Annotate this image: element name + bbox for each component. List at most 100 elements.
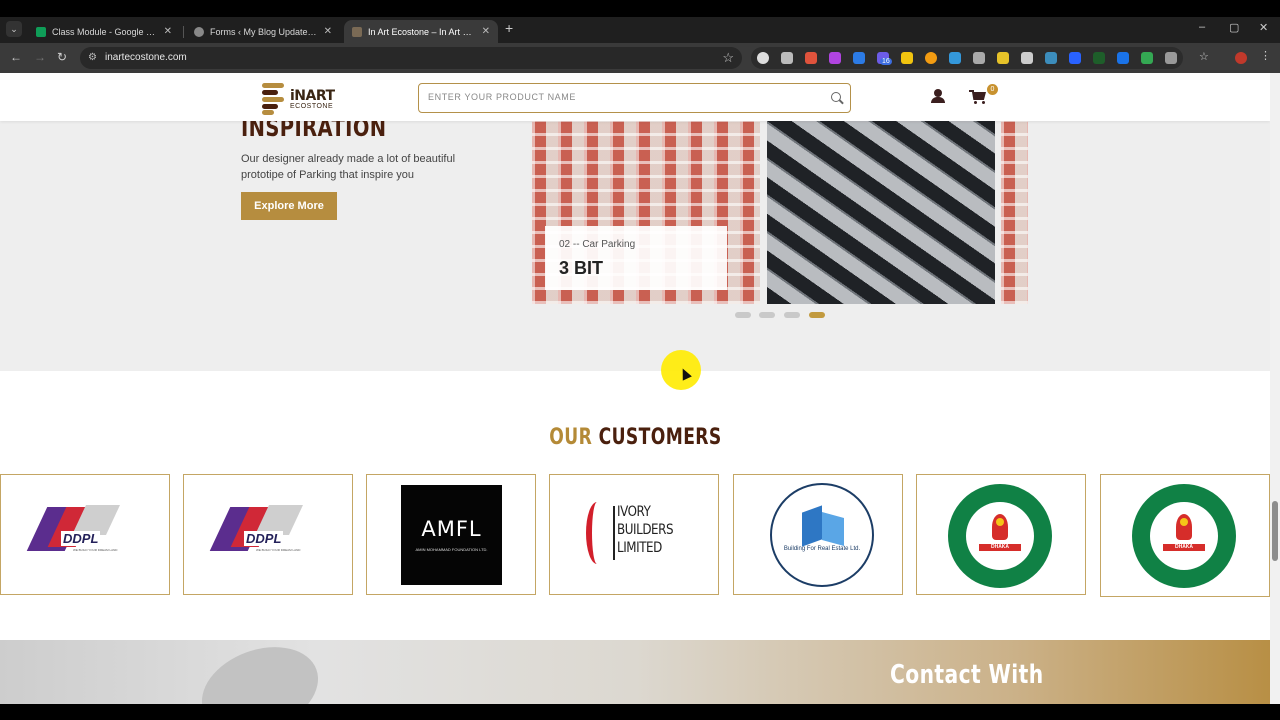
ddpl-logo: DDPL WE BUILD YOUR DREAM LAND xyxy=(26,505,125,555)
extension-icon[interactable] xyxy=(997,52,1009,64)
seal-city-name: DHAKA xyxy=(1163,544,1205,551)
logo-subtitle: ECOSTONE xyxy=(290,102,334,110)
extension-icon[interactable] xyxy=(949,52,961,64)
ddpl-tagline: WE BUILD YOUR DREAM LAND xyxy=(73,548,118,552)
building-for-logo: Building For Real Estate Ltd. xyxy=(770,483,874,587)
site-info-icon[interactable]: ⚙ xyxy=(88,52,97,63)
extension-icon[interactable] xyxy=(829,52,841,64)
ddpl-logo: DDPL WE BUILD YOUR DREAM LAND xyxy=(209,505,308,555)
carousel-dot-active[interactable] xyxy=(809,312,825,318)
carousel-dot[interactable] xyxy=(784,312,800,318)
search-icon[interactable] xyxy=(831,92,841,102)
forward-button[interactable]: → xyxy=(34,50,46,64)
wordpress-icon xyxy=(194,26,204,37)
extension-icon[interactable] xyxy=(1141,52,1153,64)
contact-title: Contact With xyxy=(890,660,1044,690)
building-for-name: Building For Real Estate Ltd. xyxy=(783,546,861,552)
back-button[interactable]: ← xyxy=(10,50,22,64)
amfl-name: AMFL xyxy=(421,517,482,541)
slide-caption-card: 02 -- Car Parking 3 BIT xyxy=(545,226,727,290)
customers-title: OUR CUSTOMERS xyxy=(0,425,1270,450)
ddpl-name: DDPL xyxy=(61,531,101,546)
carousel-dot[interactable] xyxy=(759,312,775,318)
extension-icon[interactable] xyxy=(1093,52,1105,64)
tab-search-button[interactable]: ⌄ xyxy=(6,21,22,37)
new-tab-button[interactable]: + xyxy=(505,20,513,36)
customer-card-dscc[interactable]: DHAKA xyxy=(916,474,1086,595)
seal-city-name: DHAKA xyxy=(979,544,1021,551)
contact-section: Contact With xyxy=(0,640,1270,704)
inspiration-section: INSPIRATION Our designer already made a … xyxy=(0,113,1270,371)
scrollbar-thumb[interactable] xyxy=(1272,501,1278,561)
extensions-puzzle-icon[interactable] xyxy=(1165,52,1177,64)
close-tab-icon[interactable]: ✕ xyxy=(482,26,490,37)
tab-in-art-ecostone[interactable]: In Art Ecostone – In Art Ecosto ✕ xyxy=(344,20,498,43)
reading-list-icon[interactable]: ☆ xyxy=(1199,50,1211,63)
amfl-tagline: AMIN MOHAMMAD FOUNDATION LTD. xyxy=(415,547,488,552)
maximize-button[interactable]: ▢ xyxy=(1229,21,1239,34)
ddpl-name: DDPL xyxy=(244,531,284,546)
browser-toolbar: ← → ↻ ⚙ inartecostone.com ☆ ☆ ⋮ xyxy=(0,43,1280,73)
screen-bottom-bar xyxy=(0,704,1280,720)
close-window-button[interactable]: ✕ xyxy=(1259,21,1268,34)
close-tab-icon[interactable]: ✕ xyxy=(164,26,172,37)
extension-icon[interactable] xyxy=(805,52,817,64)
tab-forms[interactable]: Forms ‹ My Blog Update 11 — ✕ xyxy=(186,20,340,43)
screen-top-bar xyxy=(0,0,1280,17)
logo-mark-icon xyxy=(262,83,284,115)
reload-button[interactable]: ↻ xyxy=(57,50,67,64)
extension-icon[interactable] xyxy=(1069,52,1081,64)
menu-kebab-icon[interactable]: ⋮ xyxy=(1260,49,1272,62)
product-search-input[interactable] xyxy=(428,92,808,102)
user-account-icon[interactable] xyxy=(931,89,945,103)
dhaka-city-corporation-seal: DHAKA xyxy=(948,484,1052,588)
cart-count-badge: 0 xyxy=(987,84,998,95)
logo-name: iNART xyxy=(290,87,335,104)
explore-more-button[interactable]: Explore More xyxy=(241,192,337,220)
slide-title: 3 BIT xyxy=(559,258,604,278)
tab-title: In Art Ecostone – In Art Ecosto xyxy=(368,26,476,37)
profile-avatar[interactable] xyxy=(1235,52,1247,64)
page-scrollbar[interactable] xyxy=(1270,73,1280,704)
extension-icon[interactable] xyxy=(925,52,937,64)
inspiration-description: Our designer already made a lot of beaut… xyxy=(241,153,456,181)
slide-grey-paving-image[interactable] xyxy=(767,121,995,304)
site-header: iNART ECOSTONE 0 xyxy=(0,73,1270,121)
extension-icon[interactable] xyxy=(1117,52,1129,64)
extension-icon[interactable] xyxy=(853,52,865,64)
customer-card-building-for[interactable]: Building For Real Estate Ltd. xyxy=(733,474,903,595)
tab-google-sheets[interactable]: Class Module - Google Sheets ✕ xyxy=(28,20,180,43)
camera-extension-icon[interactable] xyxy=(973,52,985,64)
web-page: INSPIRATION Our designer already made a … xyxy=(0,73,1270,704)
customer-card-dscc[interactable]: DHAKA xyxy=(1100,474,1270,597)
shield-extension-icon[interactable] xyxy=(1021,52,1033,64)
slide-subtitle: 02 -- Car Parking xyxy=(559,239,636,250)
bookmark-star-icon[interactable]: ☆ xyxy=(722,50,734,66)
tab-title: Forms ‹ My Blog Update 11 — xyxy=(210,26,318,37)
customer-card-ddpl[interactable]: DDPL WE BUILD YOUR DREAM LAND xyxy=(0,474,170,595)
customer-card-ddpl[interactable]: DDPL WE BUILD YOUR DREAM LAND xyxy=(183,474,353,595)
sheets-icon xyxy=(36,26,46,37)
close-tab-icon[interactable]: ✕ xyxy=(324,26,332,37)
slide-partial-image[interactable] xyxy=(1001,121,1028,304)
amfl-logo: AMFL AMIN MOHAMMAD FOUNDATION LTD. xyxy=(401,485,502,585)
font-extension-icon[interactable] xyxy=(781,52,793,64)
carousel-dot[interactable] xyxy=(735,312,751,318)
extension-icon[interactable] xyxy=(1045,52,1057,64)
address-bar[interactable]: ⚙ inartecostone.com ☆ xyxy=(80,47,742,69)
minimize-button[interactable]: – xyxy=(1199,21,1205,33)
contact-background-image xyxy=(189,640,331,704)
ivory-builders-name: IVORY BUILDERS LIMITED xyxy=(617,504,674,556)
eyedropper-extension-icon[interactable] xyxy=(757,52,769,64)
customer-card-amfl[interactable]: AMFL AMIN MOHAMMAD FOUNDATION LTD. xyxy=(366,474,536,595)
url-text: inartecostone.com xyxy=(105,52,187,63)
shopping-cart-icon[interactable] xyxy=(969,90,987,104)
ddpl-tagline: WE BUILD YOUR DREAM LAND xyxy=(256,548,301,552)
dhaka-city-corporation-seal: DHAKA xyxy=(1132,484,1236,588)
tab-separator xyxy=(183,26,184,38)
customer-card-ivory-builders[interactable]: IVORY BUILDERS LIMITED xyxy=(549,474,719,595)
tab-strip: ⌄ Class Module - Google Sheets ✕ Forms ‹… xyxy=(0,17,1280,43)
site-logo[interactable]: iNART ECOSTONE xyxy=(262,83,335,115)
tab-title: Class Module - Google Sheets xyxy=(52,26,158,37)
extension-icon[interactable] xyxy=(901,52,913,64)
